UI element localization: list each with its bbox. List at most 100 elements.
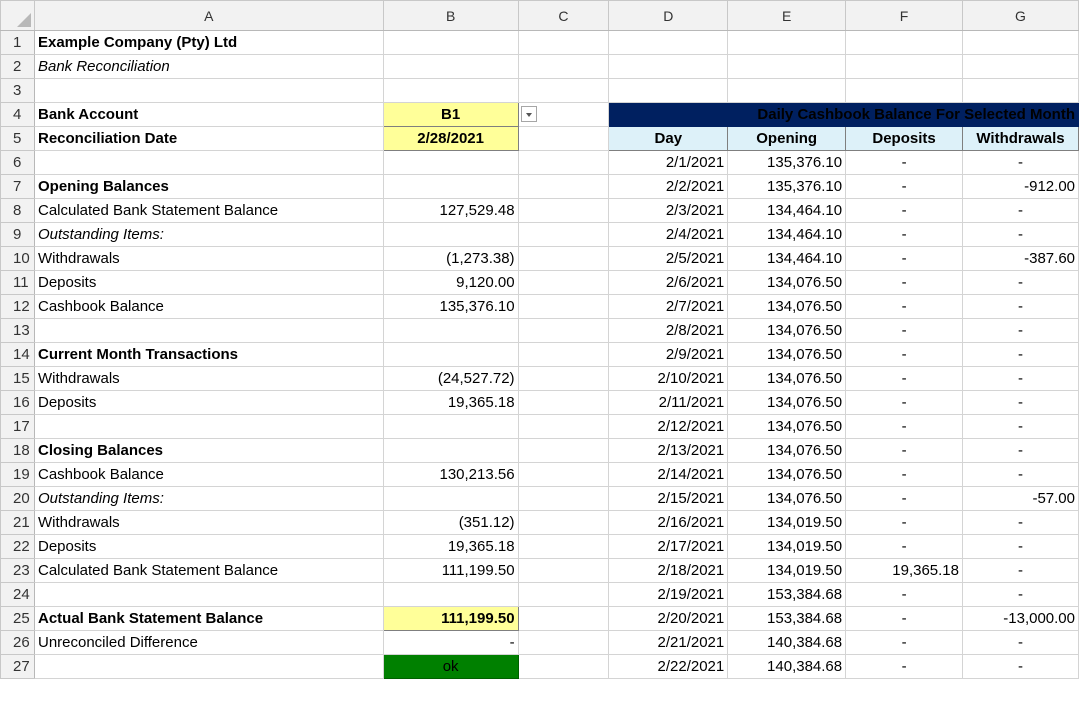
empty-cell[interactable] [845,54,963,79]
cashbook-opening[interactable]: 134,464.10 [727,222,847,247]
empty-cell[interactable] [517,438,610,463]
reconciliation-status-badge[interactable]: ok [382,654,519,679]
value-row-16[interactable]: 19,365.18 [382,390,519,415]
cashbook-opening[interactable]: 134,076.50 [727,294,847,319]
empty-cell[interactable] [845,30,963,55]
cashbook-withdrawals[interactable]: - [962,510,1079,535]
empty-cell[interactable] [33,582,384,607]
cashbook-day[interactable]: 2/10/2021 [608,366,729,391]
cashbook-deposits[interactable]: - [845,174,963,199]
cashbook-deposits[interactable]: - [845,270,963,295]
empty-cell[interactable] [33,318,384,343]
cashbook-day[interactable]: 2/22/2021 [608,654,729,679]
empty-cell[interactable] [33,654,384,679]
cashbook-deposits[interactable]: - [845,486,963,511]
empty-cell[interactable] [382,342,519,367]
select-all-button[interactable] [0,0,35,31]
cashbook-withdrawals[interactable]: - [962,414,1079,439]
cashbook-withdrawals[interactable]: - [962,558,1079,583]
empty-cell[interactable] [517,318,610,343]
cashbook-withdrawals[interactable]: - [962,462,1079,487]
cashbook-withdrawals[interactable]: -13,000.00 [962,606,1079,631]
empty-cell[interactable] [517,606,610,631]
empty-cell[interactable] [33,414,384,439]
label-row-21[interactable]: Withdrawals [33,510,384,535]
col-header-c[interactable]: C [517,0,610,31]
cashbook-withdrawals[interactable]: -57.00 [962,486,1079,511]
label-row-9[interactable]: Outstanding Items: [33,222,384,247]
row-header[interactable]: 4 [0,102,35,127]
cashbook-opening[interactable]: 134,076.50 [727,270,847,295]
cashbook-deposits[interactable]: 19,365.18 [845,558,963,583]
row-header[interactable]: 21 [0,510,35,535]
cashbook-day[interactable]: 2/20/2021 [608,606,729,631]
row-header[interactable]: 22 [0,534,35,559]
cashbook-deposits[interactable]: - [845,342,963,367]
row-header[interactable]: 24 [0,582,35,607]
col-header-g[interactable]: G [962,0,1079,31]
cashbook-header-opening[interactable]: Opening [727,126,847,151]
cashbook-deposits[interactable]: - [845,462,963,487]
empty-cell[interactable] [517,54,610,79]
cashbook-withdrawals[interactable]: - [962,294,1079,319]
cashbook-withdrawals[interactable]: - [962,150,1079,175]
value-row-19[interactable]: 130,213.56 [382,462,519,487]
empty-cell[interactable] [382,78,519,103]
row-header[interactable]: 20 [0,486,35,511]
value-row-8[interactable]: 127,529.48 [382,198,519,223]
cashbook-header-day[interactable]: Day [608,126,729,151]
cashbook-withdrawals[interactable]: - [962,534,1079,559]
empty-cell[interactable] [517,414,610,439]
cashbook-withdrawals[interactable]: - [962,366,1079,391]
row-header[interactable]: 25 [0,606,35,631]
cashbook-deposits[interactable]: - [845,654,963,679]
cashbook-withdrawals[interactable]: - [962,654,1079,679]
row-header[interactable]: 11 [0,270,35,295]
cashbook-withdrawals[interactable]: - [962,390,1079,415]
empty-cell[interactable] [517,390,610,415]
cashbook-day[interactable]: 2/11/2021 [608,390,729,415]
company-name[interactable]: Example Company (Pty) Ltd [33,30,384,55]
col-header-f[interactable]: F [845,0,963,31]
empty-cell[interactable] [962,54,1079,79]
label-row-18[interactable]: Closing Balances [33,438,384,463]
row-header[interactable]: 13 [0,318,35,343]
cashbook-opening[interactable]: 134,076.50 [727,342,847,367]
cashbook-opening[interactable]: 134,464.10 [727,246,847,271]
bank-account-label[interactable]: Bank Account [33,102,384,127]
cashbook-day[interactable]: 2/13/2021 [608,438,729,463]
value-row-15[interactable]: (24,527.72) [382,366,519,391]
cashbook-opening[interactable]: 134,019.50 [727,510,847,535]
cashbook-opening[interactable]: 134,076.50 [727,366,847,391]
cashbook-opening[interactable]: 134,076.50 [727,462,847,487]
value-row-10[interactable]: (1,273.38) [382,246,519,271]
cashbook-day[interactable]: 2/17/2021 [608,534,729,559]
empty-cell[interactable] [382,30,519,55]
cashbook-day[interactable]: 2/4/2021 [608,222,729,247]
row-header[interactable]: 23 [0,558,35,583]
cashbook-deposits[interactable]: - [845,582,963,607]
empty-cell[interactable] [382,582,519,607]
cashbook-header-deposits[interactable]: Deposits [845,126,963,151]
sheet-subtitle[interactable]: Bank Reconciliation [33,54,384,79]
cashbook-opening[interactable]: 134,464.10 [727,198,847,223]
empty-cell[interactable] [608,78,729,103]
empty-cell[interactable] [517,270,610,295]
cashbook-deposits[interactable]: - [845,150,963,175]
empty-cell[interactable] [517,30,610,55]
cashbook-opening[interactable]: 134,076.50 [727,318,847,343]
empty-cell[interactable] [517,630,610,655]
label-row-12[interactable]: Cashbook Balance [33,294,384,319]
row-header[interactable]: 19 [0,462,35,487]
cashbook-opening[interactable]: 134,076.50 [727,438,847,463]
value-row-26[interactable]: - [382,630,519,655]
cashbook-deposits[interactable]: - [845,390,963,415]
cashbook-deposits[interactable]: - [845,222,963,247]
cashbook-day[interactable]: 2/9/2021 [608,342,729,367]
empty-cell[interactable] [608,30,729,55]
cashbook-withdrawals[interactable]: - [962,318,1079,343]
empty-cell[interactable] [517,582,610,607]
cashbook-header-withdrawals[interactable]: Withdrawals [962,126,1079,151]
cashbook-deposits[interactable]: - [845,630,963,655]
value-row-21[interactable]: (351.12) [382,510,519,535]
